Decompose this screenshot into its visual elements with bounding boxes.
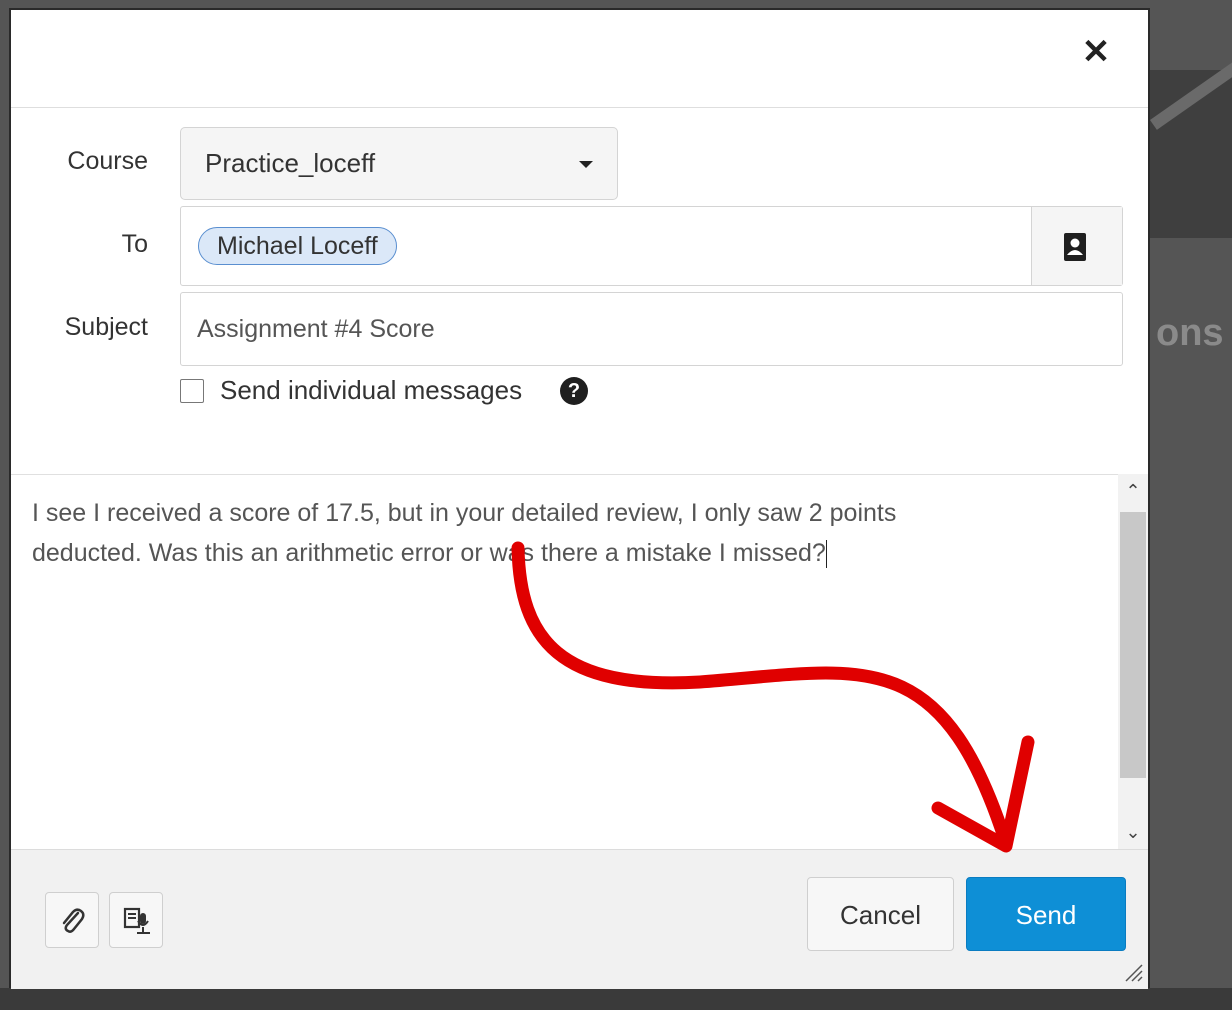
paperclip-icon [62,908,85,933]
text-cursor [825,540,827,569]
compose-message-dialog: ✕ Course Practice_loceff To Michael Loce… [9,8,1150,989]
to-label: To [121,230,148,258]
recipients-field[interactable]: Michael Loceff [180,206,1123,286]
subject-input[interactable] [180,292,1123,366]
resize-grip-icon[interactable] [1122,961,1144,983]
address-book-icon [1064,233,1086,261]
dialog-header: ✕ [11,10,1148,108]
attach-file-button[interactable] [45,892,99,948]
backdrop-footer [0,988,1232,1010]
backdrop-heading-fragment: ons [1156,312,1224,354]
media-record-icon [123,907,150,934]
subject-label: Subject [64,313,148,341]
individual-messages-checkbox[interactable] [180,379,204,403]
scroll-down-icon[interactable]: ⌄ [1118,817,1148,847]
message-body-textarea[interactable]: I see I received a score of 17.5, but in… [11,474,1118,849]
chevron-down-icon [579,161,593,168]
course-select-value: Practice_loceff [205,148,376,178]
message-line-last: deducted. Was this an arithmetic error o… [32,533,1104,573]
message-scrollbar[interactable]: ⌃ ⌄ [1118,474,1148,849]
recipient-token[interactable]: Michael Loceff [198,227,397,265]
dialog-footer: Cancel Send [11,849,1148,989]
scrollbar-thumb[interactable] [1120,512,1146,778]
close-icon[interactable]: ✕ [1076,32,1116,72]
record-media-button[interactable] [109,892,163,948]
scroll-up-icon[interactable]: ⌃ [1118,476,1148,506]
help-icon[interactable]: ? [560,377,588,405]
course-select[interactable]: Practice_loceff [180,127,618,200]
individual-messages-label[interactable]: Send individual messages [220,375,522,406]
cancel-button[interactable]: Cancel [807,877,954,951]
send-button[interactable]: Send [966,877,1126,951]
message-line-text: deducted. Was this an arithmetic error o… [32,539,826,567]
course-label: Course [67,147,148,175]
message-line: I see I received a score of 17.5, but in… [32,499,897,527]
address-book-button[interactable] [1031,207,1122,285]
